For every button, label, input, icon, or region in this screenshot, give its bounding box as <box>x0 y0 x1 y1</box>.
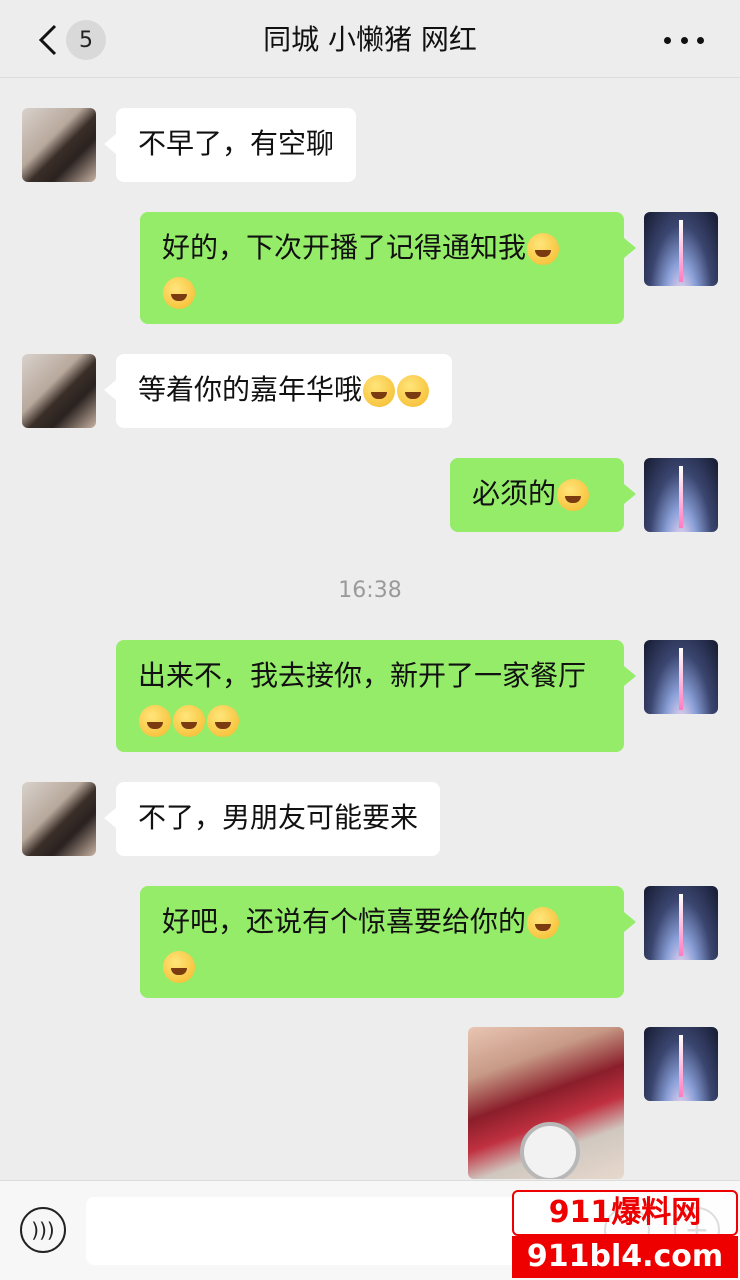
message-bubble-outgoing[interactable]: 好吧，还说有个惊喜要给你的 <box>140 886 636 998</box>
contact-avatar[interactable] <box>22 108 96 182</box>
self-avatar[interactable] <box>644 640 718 714</box>
grin-emoji-icon <box>527 907 560 939</box>
message-text: 好的，下次开播了记得通知我 <box>162 231 527 264</box>
voice-button[interactable]: ))) <box>20 1207 66 1253</box>
message-text: 必须的 <box>472 477 557 510</box>
think-emoji-icon <box>207 705 239 737</box>
grin-emoji-icon <box>527 233 560 265</box>
self-avatar[interactable] <box>644 1027 718 1101</box>
more-button[interactable] <box>664 26 704 54</box>
self-avatar[interactable] <box>644 458 718 532</box>
self-avatar[interactable] <box>644 212 718 286</box>
watch-photo-content <box>520 1122 580 1179</box>
chat-header: 5 同城 小懒猪 网红 <box>0 0 740 78</box>
more-dots-icon <box>664 36 671 44</box>
message-bubble-incoming[interactable]: 不早了，有空聊 <box>103 108 357 182</box>
message-text: 好吧，还说有个惊喜要给你的 <box>162 905 527 938</box>
message-text: 等着你的嘉年华哦 <box>138 373 363 406</box>
image-message[interactable] <box>468 1027 624 1179</box>
message-text: 出来不，我去接你，新开了一家餐厅 <box>138 659 587 692</box>
grin-emoji-icon <box>163 277 195 309</box>
ok-hand-emoji-icon <box>557 479 590 511</box>
contact-avatar[interactable] <box>22 782 96 856</box>
watermark-line2: 911bl4.com <box>512 1236 738 1278</box>
message-text: 不早了，有空聊 <box>138 127 335 160</box>
chat-title: 同城 小懒猪 网红 <box>263 23 477 56</box>
message-timestamp: 16:38 <box>338 578 402 603</box>
grin-emoji-icon <box>163 951 195 983</box>
message-text: 不了，男朋友可能要来 <box>138 801 419 834</box>
message-bubble-outgoing[interactable]: 好的，下次开播了记得通知我 <box>140 212 636 324</box>
message-bubble-incoming[interactable]: 不了，男朋友可能要来 <box>103 782 441 856</box>
smirk-emoji-icon <box>363 375 396 407</box>
voice-icon: ))) <box>31 1218 55 1242</box>
self-avatar[interactable] <box>644 886 718 960</box>
message-bubble-incoming[interactable]: 等着你的嘉年华哦 <box>103 354 453 428</box>
message-bubble-outgoing[interactable]: 出来不，我去接你，新开了一家餐厅 <box>116 640 636 752</box>
watermark-line1: 911爆料网 <box>512 1190 738 1236</box>
watermark: 911爆料网 911bl4.com <box>512 1190 738 1278</box>
contact-avatar[interactable] <box>22 354 96 428</box>
smirk-emoji-icon <box>397 375 430 407</box>
think-emoji-icon <box>139 705 171 737</box>
think-emoji-icon <box>173 705 205 737</box>
message-bubble-outgoing[interactable]: 必须的 <box>450 458 636 532</box>
